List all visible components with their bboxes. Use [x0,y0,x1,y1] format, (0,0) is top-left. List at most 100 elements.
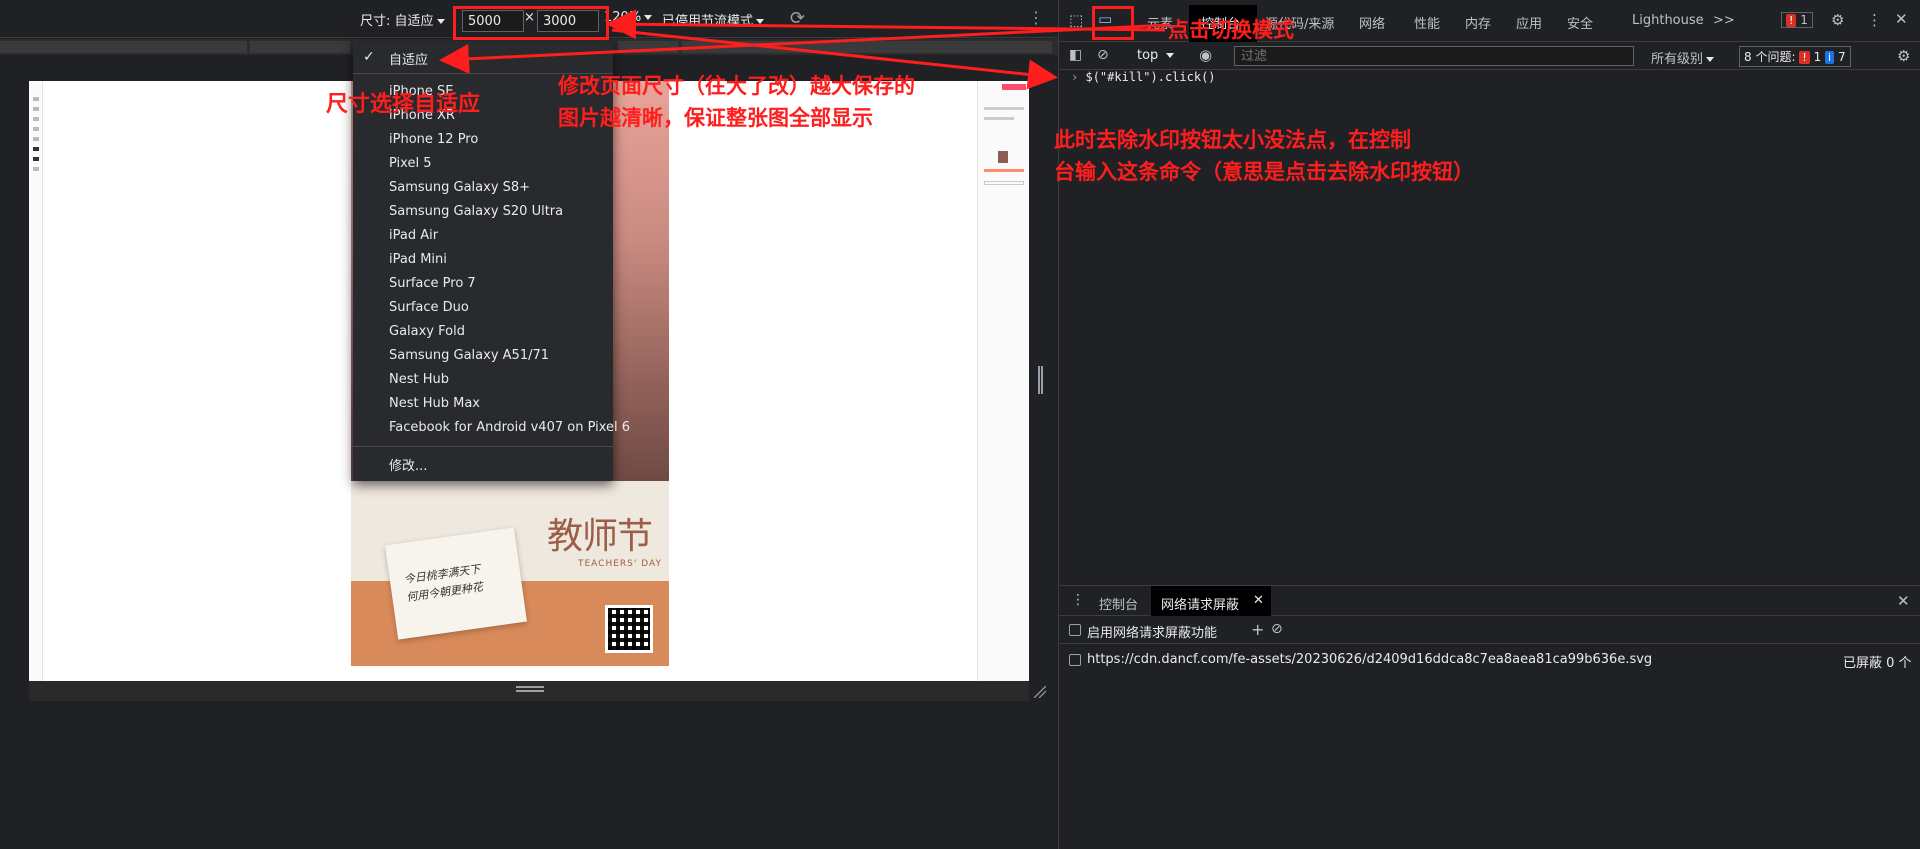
inspect-icon[interactable]: ⬚ [1069,11,1083,29]
ruler-segment[interactable] [0,41,247,53]
editor-left-toolbar [29,81,43,681]
tab-memory[interactable]: 内存 [1465,13,1491,32]
more-tabs-icon[interactable]: >> [1713,13,1735,28]
menu-item-device[interactable]: Nest Hub Max [389,396,480,411]
width-drag-handle[interactable] [1038,366,1043,394]
filter-input[interactable] [1234,46,1634,66]
annotation-change-size-1: 修改页面尺寸（往大了改）越大保存的 [558,74,915,98]
levels-dropdown[interactable]: 所有级别 [1651,48,1715,67]
menu-divider [353,446,613,447]
drawer-tab-console[interactable]: 控制台 [1099,594,1138,613]
context-selector[interactable]: top [1137,48,1175,63]
ruler-segment[interactable] [618,41,678,53]
menu-item-device[interactable]: Samsung Galaxy S20 Ultra [389,204,563,219]
chevron-down-icon [644,15,653,20]
panel-line [984,117,1014,120]
device-emulation-pane: 尺寸: 自适应 × 120% 已停用节流模式 ⟳ ⋮ [0,0,1058,849]
issues-red-count: 1 [1813,50,1822,64]
menu-item-device[interactable]: Galaxy Fold [389,324,465,339]
console-input-line[interactable]: › $("#kill").click() [1071,70,1216,84]
tool-icon [33,117,39,121]
annotation-box-size [453,6,609,40]
thumbnail [998,151,1008,163]
tab-network[interactable]: 网络 [1359,13,1385,32]
poster-card-text: 今日桃李满天下 何用今朝更种花 [403,562,484,604]
more-vert-icon[interactable]: ⋮ [1028,8,1044,27]
height-drag-handle[interactable] [516,686,544,692]
remove-all-icon[interactable]: ⊘ [1271,621,1283,637]
editor-right-panel [977,81,1029,681]
dimensions-dropdown[interactable]: 尺寸: 自适应 [360,10,445,29]
ruler-segment[interactable] [250,41,350,53]
drawer-tab-request-blocking[interactable]: 网络请求屏蔽 [1161,594,1239,613]
more-vert-icon[interactable]: ⋮ [1867,11,1882,29]
kill-watermark-button[interactable] [1002,84,1026,90]
drawer-menu-icon[interactable]: ⋮ [1071,592,1085,608]
poster-title: 教师节 [547,516,653,557]
tool-icon [33,137,39,141]
enable-blocking-checkbox[interactable] [1069,624,1081,636]
console-settings-icon[interactable]: ⚙ [1897,47,1910,65]
tool-icon [33,97,39,101]
chevron-down-icon [1706,57,1715,62]
throttle-label: 已停用节流模式 [662,14,754,29]
settings-icon[interactable]: ⚙ [1831,11,1844,29]
blocked-pattern-row: https://cdn.dancf.com/fe-assets/20230626… [1059,648,1920,674]
tab-performance[interactable]: 性能 [1414,13,1440,32]
issues-label: 8 个问题: [1744,50,1796,64]
menu-item-device[interactable]: Samsung Galaxy A51/71 [389,348,549,363]
annotation-toggle-mode: 点击切换模式 [1168,18,1294,42]
annotation-console-tip-1: 此时去除水印按钮太小没法点，在控制 [1054,128,1411,152]
annotation-choose-responsive: 尺寸选择自适应 [326,92,481,117]
chevron-down-icon [1166,53,1175,58]
resize-corner-icon[interactable] [1034,686,1046,698]
add-pattern-icon[interactable]: + [1251,620,1264,639]
clear-console-icon[interactable]: ⊘ [1097,47,1109,63]
chevron-down-icon [436,19,445,24]
close-tab-icon[interactable]: ✕ [1253,593,1264,608]
menu-item-device[interactable]: iPhone 12 Pro [389,132,478,147]
menu-item-device[interactable]: Nest Hub [389,372,449,387]
request-blocking-toolbar: 启用网络请求屏蔽功能 + ⊘ [1059,616,1920,644]
poster-subtitle: TEACHERS' DAY [578,559,662,569]
tab-security[interactable]: 安全 [1567,13,1593,32]
close-drawer-icon[interactable]: ✕ [1897,592,1910,610]
error-badge[interactable]: ! 1 [1781,12,1813,28]
menu-item-device[interactable]: iPad Mini [389,252,447,267]
blocked-url: https://cdn.dancf.com/fe-assets/20230626… [1087,652,1653,667]
menu-item-device[interactable]: Surface Pro 7 [389,276,476,291]
blocked-count: 已屏蔽 0 个 [1843,656,1912,671]
menu-item-device[interactable]: Facebook for Android v407 on Pixel 6 [389,420,630,435]
tool-icon [33,107,39,111]
menu-item-responsive[interactable]: 自适应 [389,49,428,68]
panel-line [984,107,1024,110]
dimensions-label: 尺寸: 自适应 [360,14,434,29]
error-count: 1 [1800,13,1808,27]
zoom-dropdown[interactable]: 120% [604,10,653,25]
rotate-icon[interactable]: ⟳ [790,8,805,29]
menu-item-edit[interactable]: 修改... [389,455,427,474]
tool-icon [33,127,39,131]
chevron-down-icon [756,19,765,24]
context-label: top [1137,48,1159,63]
console-command: $("#kill").click() [1085,70,1216,84]
prompt-chevron-icon: › [1071,70,1079,84]
tool-icon [33,147,39,151]
tab-lighthouse[interactable]: Lighthouse [1632,13,1704,28]
close-icon[interactable]: ✕ [1895,10,1908,28]
panel-input [984,181,1024,185]
menu-item-device[interactable]: Samsung Galaxy S8+ [389,180,530,195]
ruler-segment[interactable] [682,41,1052,53]
tab-application[interactable]: 应用 [1516,13,1542,32]
zoom-label: 120% [604,10,642,25]
menu-item-device[interactable]: Surface Duo [389,300,469,315]
issues-button[interactable]: 8 个问题: ! 1 i 7 [1739,46,1851,67]
menu-item-device[interactable]: iPad Air [389,228,438,243]
levels-label: 所有级别 [1651,52,1704,67]
sidebar-icon[interactable]: ◧ [1069,47,1082,63]
annotation-change-size-2: 图片越清晰，保证整张图全部显示 [558,106,873,130]
pattern-checkbox[interactable] [1069,654,1081,666]
eye-icon[interactable]: ◉ [1199,46,1212,64]
menu-item-device[interactable]: Pixel 5 [389,156,431,171]
throttle-dropdown[interactable]: 已停用节流模式 [662,10,765,29]
